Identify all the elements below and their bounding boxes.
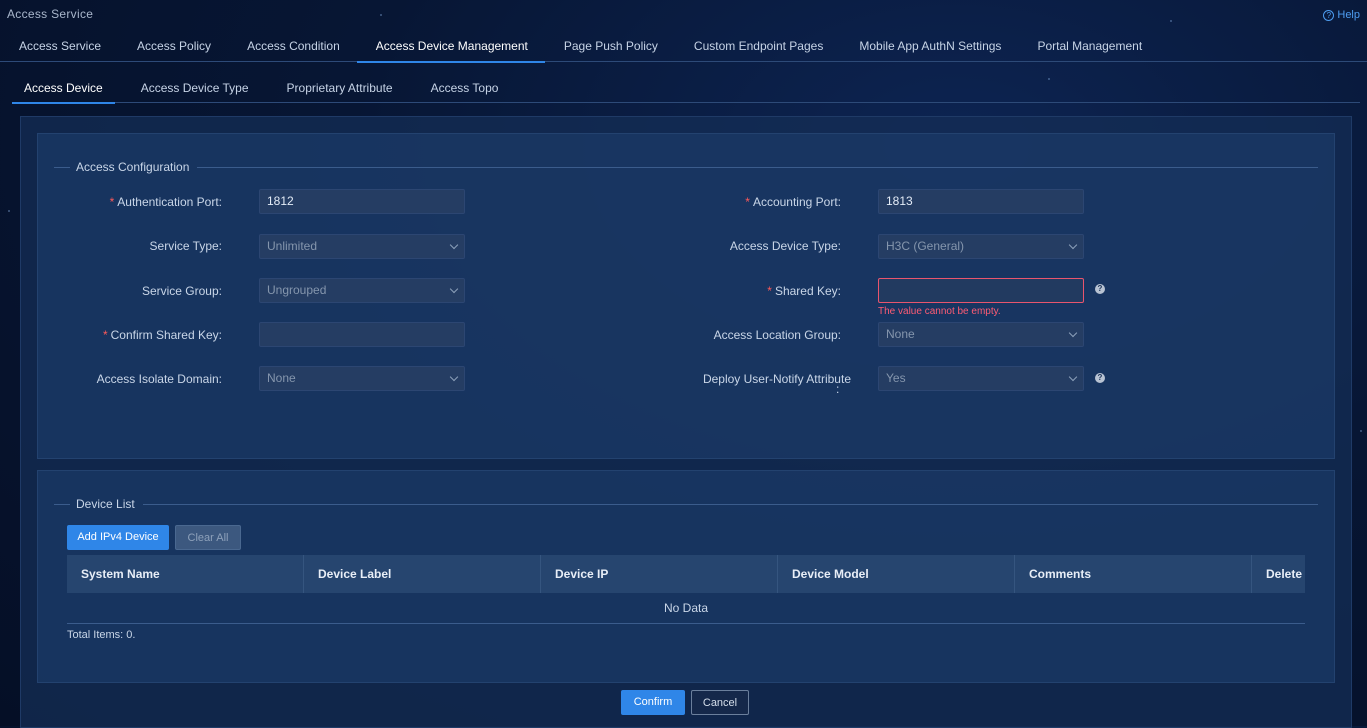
column-header-device-model[interactable]: Device Model <box>778 555 1015 593</box>
tab-access-policy[interactable]: Access Policy <box>118 34 228 61</box>
access-location-group-value: None <box>886 327 915 341</box>
app-title: Access Service <box>7 7 94 21</box>
access-isolate-domain-select[interactable]: None <box>259 366 465 391</box>
help-icon: ? <box>1323 9 1335 21</box>
chevron-down-icon <box>1068 240 1078 250</box>
confirm-shared-key-input[interactable] <box>259 322 465 347</box>
column-header-system-name[interactable]: System Name <box>67 555 304 593</box>
background-star <box>8 210 10 212</box>
column-header-delete[interactable]: Delete <box>1252 555 1305 593</box>
subtab-access-topo[interactable]: Access Topo <box>419 77 511 102</box>
column-header-comments[interactable]: Comments <box>1015 555 1252 593</box>
tab-access-service[interactable]: Access Service <box>0 34 118 61</box>
shared-key-error: The value cannot be empty. <box>878 306 1001 317</box>
subtab-proprietary-attribute[interactable]: Proprietary Attribute <box>275 77 405 102</box>
tab-mobile-app-authn-settings[interactable]: Mobile App AuthN Settings <box>840 34 1018 61</box>
title-bar: Access Service ? Help <box>0 0 1367 28</box>
deploy-user-notify-colon: : <box>836 382 840 396</box>
clear-all-button[interactable]: Clear All <box>175 525 241 550</box>
add-ipv4-device-button[interactable]: Add IPv4 Device <box>67 525 169 550</box>
service-group-select[interactable]: Ungrouped <box>259 278 465 303</box>
tab-custom-endpoint-pages[interactable]: Custom Endpoint Pages <box>675 34 840 61</box>
tab-portal-management[interactable]: Portal Management <box>1018 34 1159 61</box>
column-header-device-label[interactable]: Device Label <box>304 555 541 593</box>
access-isolate-domain-label: Access Isolate Domain: <box>96 372 222 386</box>
cancel-button[interactable]: Cancel <box>691 690 749 715</box>
confirm-button[interactable]: Confirm <box>621 690 685 715</box>
subtab-access-device[interactable]: Access Device <box>12 77 115 104</box>
primary-nav: Access Service Access Policy Access Cond… <box>0 34 1367 63</box>
service-type-select[interactable]: Unlimited <box>259 234 465 259</box>
chevron-down-icon <box>449 284 459 294</box>
column-header-device-ip[interactable]: Device IP <box>541 555 778 593</box>
tab-access-device-management[interactable]: Access Device Management <box>356 34 545 63</box>
shared-key-input[interactable] <box>878 278 1084 303</box>
access-device-type-label: Access Device Type: <box>729 239 841 253</box>
service-type-value: Unlimited <box>267 239 318 253</box>
access-device-type-select[interactable]: H3C (General) <box>878 234 1084 259</box>
access-isolate-domain-value: None <box>267 371 296 385</box>
section-title: Device List <box>76 497 135 511</box>
help-link[interactable]: ? Help <box>1323 9 1360 21</box>
info-icon[interactable]: ? <box>1095 284 1105 294</box>
deploy-user-notify-select[interactable]: Yes <box>878 366 1084 391</box>
access-configuration-legend: Access Configuration <box>54 160 1318 174</box>
access-device-type-value: H3C (General) <box>886 239 965 253</box>
access-location-group-select[interactable]: None <box>878 322 1084 347</box>
table-header: System Name Device Label Device IP Devic… <box>67 555 1305 593</box>
deploy-user-notify-value: Yes <box>886 371 906 385</box>
deploy-user-notify-label: Deploy User-Notify Attribute <box>702 372 851 386</box>
service-type-label: Service Type: <box>149 239 222 253</box>
confirm-shared-key-label: * Confirm Shared Key: <box>102 328 222 342</box>
chevron-down-icon <box>1068 328 1078 338</box>
section-title: Access Configuration <box>76 160 190 174</box>
chevron-down-icon <box>449 372 459 382</box>
service-group-label: Service Group: <box>141 284 222 298</box>
chevron-down-icon <box>449 240 459 250</box>
auth-port-label: * Authentication Port: <box>109 195 222 209</box>
service-group-value: Ungrouped <box>267 283 327 297</box>
background-star <box>1360 430 1362 432</box>
help-label: Help <box>1337 9 1360 21</box>
tab-access-condition[interactable]: Access Condition <box>228 34 357 61</box>
tab-page-push-policy[interactable]: Page Push Policy <box>545 34 675 61</box>
chevron-down-icon <box>1068 372 1078 382</box>
accounting-port-label: * Accounting Port: <box>745 195 841 209</box>
accounting-port-input[interactable]: 1813 <box>878 189 1084 214</box>
empty-table-message: No Data <box>67 593 1305 624</box>
subtab-access-device-type[interactable]: Access Device Type <box>129 77 261 102</box>
access-location-group-label: Access Location Group: <box>713 328 841 342</box>
total-items: Total Items: 0. <box>67 629 136 641</box>
secondary-nav: Access Device Access Device Type Proprie… <box>12 77 1360 104</box>
device-table: System Name Device Label Device IP Devic… <box>67 555 1305 624</box>
shared-key-label: * Shared Key: <box>767 284 841 298</box>
auth-port-input[interactable]: 1812 <box>259 189 465 214</box>
device-list-legend: Device List <box>54 497 1318 511</box>
info-icon[interactable]: ? <box>1095 373 1105 383</box>
